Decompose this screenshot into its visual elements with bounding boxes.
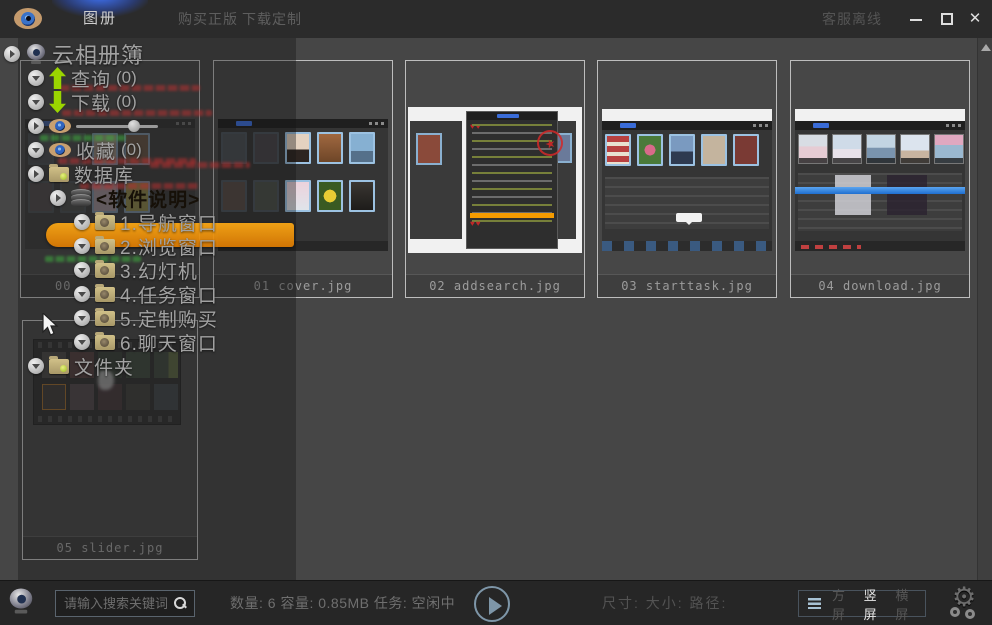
tree-item-database[interactable]: 数据库 [28,162,134,186]
maximize-icon [941,13,953,25]
expand-icon[interactable] [74,238,90,254]
expand-icon[interactable] [74,214,90,230]
tree-item-cloud-album[interactable]: 云相册簿 [4,42,144,66]
folder-icon [95,239,115,254]
expand-icon[interactable] [4,46,20,62]
expand-icon[interactable] [28,142,44,158]
photo-caption: 04 download.jpg [791,274,969,297]
minimize-button[interactable] [905,8,927,30]
tree-item-favorites[interactable]: 收藏 (0) [28,138,142,162]
search-box[interactable] [55,590,195,617]
settings-gear-icon[interactable]: ⚙ [946,584,988,624]
zoom-slider[interactable] [76,125,158,128]
tree-item-nav-window[interactable]: 1.导航窗口 [74,210,218,234]
tree-item-folders[interactable]: 文件夹 [28,354,134,378]
tab-album[interactable]: 图册 [52,0,148,38]
menu-download-custom[interactable]: 下载定制 [242,0,302,38]
dimensions-label: 尺寸: 大小: 路径: [602,581,727,625]
photo-caption: 03 starttask.jpg [598,274,776,297]
minimize-icon [910,19,922,21]
library-stats: 数量: 6 容量: 0.85MB 任务: 空闲中 [230,581,455,625]
maximize-button[interactable] [936,8,958,30]
tree-item-software-notes[interactable]: <软件说明> [50,186,200,210]
expand-icon[interactable] [28,70,44,86]
webcam-icon [7,589,35,614]
scroll-up-icon[interactable] [981,44,991,51]
close-button[interactable]: ✕ [964,8,986,30]
tree-item-zoom-slider[interactable] [28,114,158,138]
photo-card-02[interactable]: ♥♥ ♥♥ ★ 02 addsearch.jpg [405,60,585,298]
green-up-arrow-icon [49,67,66,89]
eye-icon [49,119,71,133]
search-icon[interactable] [174,597,187,610]
folder-icon [49,359,69,374]
slider-handle[interactable] [128,120,140,132]
titlebar: 图册 购买正版 下载定制 客服离线 ✕ [0,0,992,38]
orientation-filter-group: 方屏 竖屏 横屏 [798,590,926,617]
expand-icon[interactable] [74,286,90,302]
filter-landscape-screen[interactable]: 横屏 [895,585,916,623]
database-icon [71,189,91,207]
tree-item-download[interactable]: 下载 (0) [28,90,137,114]
tree-item-query[interactable]: 查询 (0) [28,66,137,90]
filter-square-screen[interactable]: 方屏 [832,585,853,623]
expand-icon[interactable] [74,262,90,278]
expand-icon[interactable] [28,94,44,110]
expand-icon[interactable] [28,118,44,134]
green-down-arrow-icon [49,91,66,113]
tree-item-chat-window[interactable]: 6.聊天窗口 [74,330,218,354]
filter-portrait-screen[interactable]: 竖屏 [864,585,885,623]
expand-icon[interactable] [74,334,90,350]
folder-icon [49,167,69,182]
list-menu-icon[interactable] [808,598,821,609]
webcam-icon [25,44,47,64]
folder-icon [95,263,115,278]
folder-icon [95,215,115,230]
status-bar: 数量: 6 容量: 0.85MB 任务: 空闲中 尺寸: 大小: 路径: 方屏 … [0,580,992,625]
expand-icon[interactable] [28,358,44,374]
app-logo-eye-icon [14,8,42,29]
play-button[interactable] [474,586,510,622]
search-input[interactable] [56,596,174,611]
vertical-scrollbar[interactable] [977,38,992,580]
expand-icon[interactable] [50,190,66,206]
folder-icon [95,335,115,350]
thumbnail-preview [598,61,776,274]
photo-caption: 02 addsearch.jpg [406,274,584,297]
tree-item-task-window[interactable]: 4.任务窗口 [74,282,218,306]
thumbnail-preview: ♥♥ ♥♥ ★ [406,61,584,274]
expand-icon[interactable] [74,310,90,326]
customer-service-status[interactable]: 客服离线 [822,0,882,38]
tree-item-custom-purchase[interactable]: 5.定制购买 [74,306,218,330]
folder-icon [95,311,115,326]
folder-icon [95,287,115,302]
menu-buy-genuine[interactable]: 购买正版 [178,0,238,38]
eye-icon [49,143,71,157]
annotation-line [150,162,250,168]
tree-item-slideshow[interactable]: 3.幻灯机 [74,258,198,282]
tree-item-browse-window[interactable]: 2.浏览窗口 [74,234,218,258]
photo-card-03[interactable]: 03 starttask.jpg [597,60,777,298]
photo-card-04[interactable]: 04 download.jpg [790,60,970,298]
thumbnail-preview [791,61,969,274]
expand-icon[interactable] [28,166,44,182]
mouse-cursor [42,313,60,337]
gallery-area: 00 01 cover.jpg [0,38,992,580]
